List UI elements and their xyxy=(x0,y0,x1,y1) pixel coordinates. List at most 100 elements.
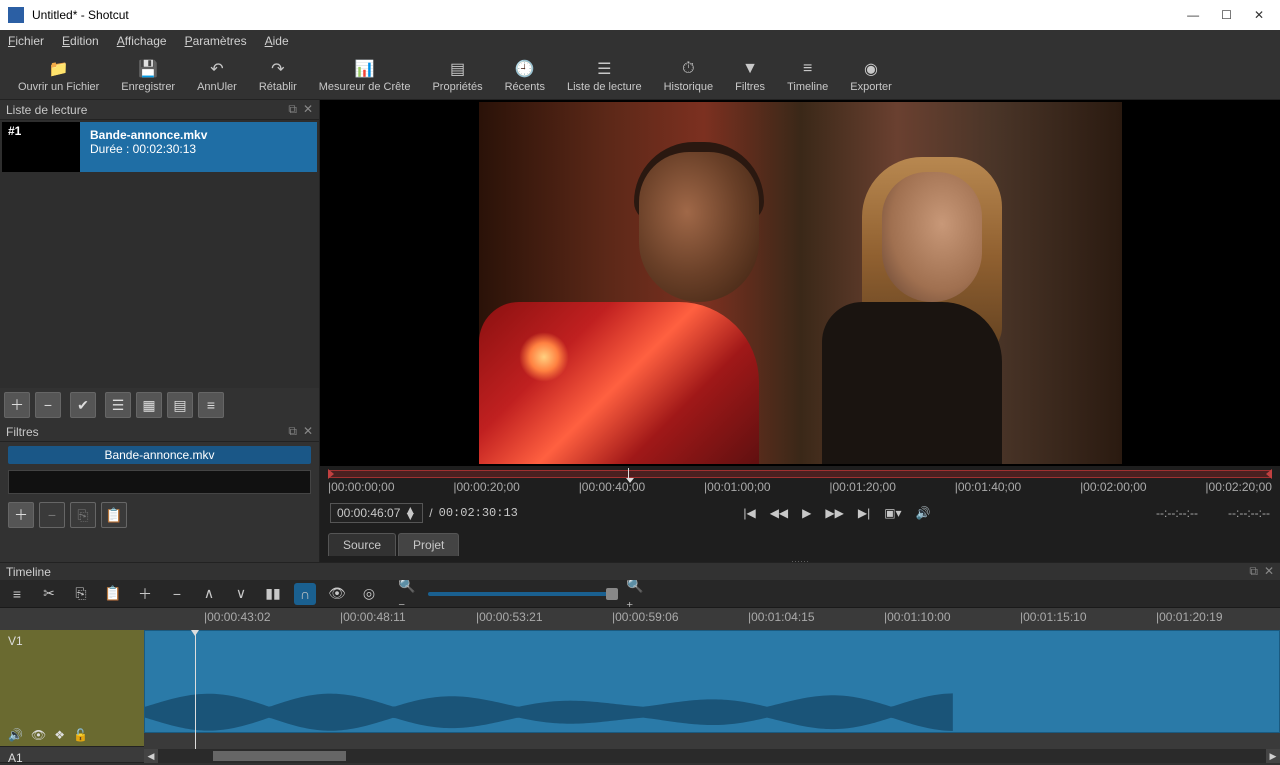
tl-cut-button[interactable]: ✂ xyxy=(38,583,60,605)
timeline-clip-area[interactable] xyxy=(144,630,1280,749)
tl-zoom-out-button[interactable]: 🔍₋ xyxy=(398,583,420,605)
filter-add-button[interactable]: ＋ xyxy=(8,502,34,528)
menu-file[interactable]: Fichierdocument.currentScript.previousEl… xyxy=(8,34,44,48)
playlist-check-button[interactable]: ✔ xyxy=(70,392,96,418)
redo-button[interactable]: ↷Rétablir xyxy=(249,54,307,97)
volume-button[interactable]: 🔊 xyxy=(916,506,931,520)
tl-overwrite-button[interactable]: ∨ xyxy=(230,583,252,605)
playlist-remove-button[interactable]: − xyxy=(35,392,61,418)
tab-project[interactable]: Projet xyxy=(398,533,459,556)
timeline-button[interactable]: ≡Timeline xyxy=(777,54,838,97)
track-header-v1[interactable]: V1 🔊 👁 ❖ 🔓 xyxy=(0,630,144,747)
timeline-playhead[interactable] xyxy=(195,630,196,749)
out-marker-icon[interactable] xyxy=(1266,469,1272,479)
current-timecode[interactable]: 00:00:46:07 ▲▼ xyxy=(330,503,423,523)
rewind-button[interactable]: ◀◀ xyxy=(770,506,788,520)
tl-remove-button[interactable]: − xyxy=(166,583,188,605)
recent-button[interactable]: 🕘Récents xyxy=(495,54,555,97)
menu-help[interactable]: Aidedocument.currentScript.previousEleme… xyxy=(265,34,289,48)
playlist-grid-view-button[interactable]: ▦ xyxy=(136,392,162,418)
skip-start-button[interactable]: |◀ xyxy=(743,506,755,520)
filters-list[interactable] xyxy=(8,470,311,494)
peak-meter-button[interactable]: 📊Mesureur de Crête xyxy=(309,54,421,97)
total-timecode: 00:02:30:13 xyxy=(439,506,518,520)
playlist-list-view-button[interactable]: ☰ xyxy=(105,392,131,418)
filters-button[interactable]: ▼Filtres xyxy=(725,54,775,97)
tl-ripple-button[interactable]: ◎ xyxy=(358,583,380,605)
timeline-ruler[interactable]: |00:00:43:02|00:00:48:11|00:00:53:21|00:… xyxy=(144,608,1280,630)
skip-end-button[interactable]: ▶| xyxy=(858,506,870,520)
playlist-button[interactable]: ☰Liste de lecture xyxy=(557,54,652,97)
filter-clip-name[interactable]: Bande-annonce.mkv xyxy=(8,446,311,464)
menu-settings[interactable]: Paramètresdocument.currentScript.previou… xyxy=(185,34,247,48)
playlist-item[interactable]: #1 Bande-annonce.mkv Durée : 00:02:30:13 xyxy=(2,122,317,172)
filter-paste-button[interactable]: 📋 xyxy=(101,502,127,528)
timecode-spinner[interactable]: ▲▼ xyxy=(404,507,416,519)
scroll-left-button[interactable]: ◀ xyxy=(144,749,158,763)
timeline-scrollbar[interactable]: ◀ ▶ xyxy=(144,749,1280,763)
tl-zoom-slider[interactable] xyxy=(428,592,618,596)
zoom-dropdown[interactable]: ▣▾ xyxy=(884,506,901,520)
tl-menu-button[interactable]: ≡ xyxy=(6,583,28,605)
app-logo-icon xyxy=(8,7,24,23)
tl-scrub-button[interactable]: 👁 xyxy=(326,583,348,605)
tab-source[interactable]: Source xyxy=(328,533,396,556)
tl-copy-button[interactable]: ⎘ xyxy=(70,583,92,605)
filters-panel: Bande-annonce.mkv ＋ − ⎘ 📋 xyxy=(0,442,319,562)
playlist-menu-button[interactable]: ≡ xyxy=(198,392,224,418)
preview-ruler[interactable]: |00:00:00;00|00:00:20;00|00:00:40;00|00:… xyxy=(328,470,1272,498)
video-preview[interactable] xyxy=(320,100,1280,466)
preview-tick: |00:01:40;00 xyxy=(955,480,1022,498)
in-timecode: --:--:--:-- xyxy=(1156,506,1198,520)
minimize-button[interactable]: — xyxy=(1187,8,1199,22)
playlist-area[interactable]: #1 Bande-annonce.mkv Durée : 00:02:30:13 xyxy=(0,120,319,388)
scroll-right-button[interactable]: ▶ xyxy=(1266,749,1280,763)
close-filters-icon[interactable]: ✕ xyxy=(303,424,313,439)
maximize-button[interactable]: ☐ xyxy=(1221,8,1232,22)
save-button[interactable]: 💾Enregistrer xyxy=(111,54,185,97)
filter-remove-button[interactable]: − xyxy=(39,502,65,528)
undock-icon[interactable]: ⧉ xyxy=(288,102,297,117)
export-button[interactable]: ◉Exporter xyxy=(840,54,902,97)
tl-split-button[interactable]: ▮▮ xyxy=(262,583,284,605)
tl-snap-button[interactable]: ∩ xyxy=(294,583,316,605)
timeline-tick: |00:00:59:06 xyxy=(612,610,679,624)
timeline-tick: |00:01:20:19 xyxy=(1156,610,1223,624)
undo-button[interactable]: ↶AnnUler xyxy=(187,54,247,97)
mute-icon[interactable]: 🔊 xyxy=(8,728,23,742)
timeline-tick: |00:01:10:00 xyxy=(884,610,951,624)
meter-icon: 📊 xyxy=(355,59,375,79)
menu-edit[interactable]: Editiondocument.currentScript.previousEl… xyxy=(62,34,99,48)
playlist-add-button[interactable]: ＋ xyxy=(4,392,30,418)
close-panel-icon[interactable]: ✕ xyxy=(303,102,313,117)
close-button[interactable]: ✕ xyxy=(1254,8,1264,22)
undock-filters-icon[interactable]: ⧉ xyxy=(288,424,297,439)
hide-icon[interactable]: 👁 xyxy=(31,728,46,742)
tl-lift-button[interactable]: ∧ xyxy=(198,583,220,605)
history-icon: ⏱ xyxy=(682,59,694,79)
fast-forward-button[interactable]: ▶▶ xyxy=(825,506,843,520)
tl-zoom-in-button[interactable]: 🔍₊ xyxy=(626,583,648,605)
in-marker-icon[interactable] xyxy=(328,469,334,479)
open-file-button[interactable]: 📁Ouvrir un Fichier xyxy=(8,54,109,97)
timeline-clip[interactable] xyxy=(144,630,1280,733)
menu-view[interactable]: Affichagedocument.currentScript.previous… xyxy=(117,34,167,48)
timeline-tick: |00:01:15:10 xyxy=(1020,610,1087,624)
undock-timeline-icon[interactable]: ⧉ xyxy=(1249,564,1258,579)
track-header-a1[interactable]: A1 xyxy=(0,747,144,763)
playlist-icon: ☰ xyxy=(597,59,611,79)
preview-tabs: Source Projet xyxy=(320,528,1280,556)
lock-icon[interactable]: 🔓 xyxy=(73,728,88,742)
composite-icon[interactable]: ❖ xyxy=(54,728,65,742)
scroll-thumb[interactable] xyxy=(213,751,346,761)
properties-button[interactable]: ▤Propriétés xyxy=(422,54,492,97)
close-timeline-icon[interactable]: ✕ xyxy=(1264,564,1274,579)
play-button[interactable]: ▶ xyxy=(802,506,811,520)
history-button[interactable]: ⏱Historique xyxy=(654,54,724,97)
playlist-details-view-button[interactable]: ▤ xyxy=(167,392,193,418)
preview-tick: |00:00:40;00 xyxy=(579,480,646,498)
tl-append-button[interactable]: ＋ xyxy=(134,583,156,605)
filter-copy-button[interactable]: ⎘ xyxy=(70,502,96,528)
timeline-tick: |00:01:04:15 xyxy=(748,610,815,624)
tl-paste-button[interactable]: 📋 xyxy=(102,583,124,605)
